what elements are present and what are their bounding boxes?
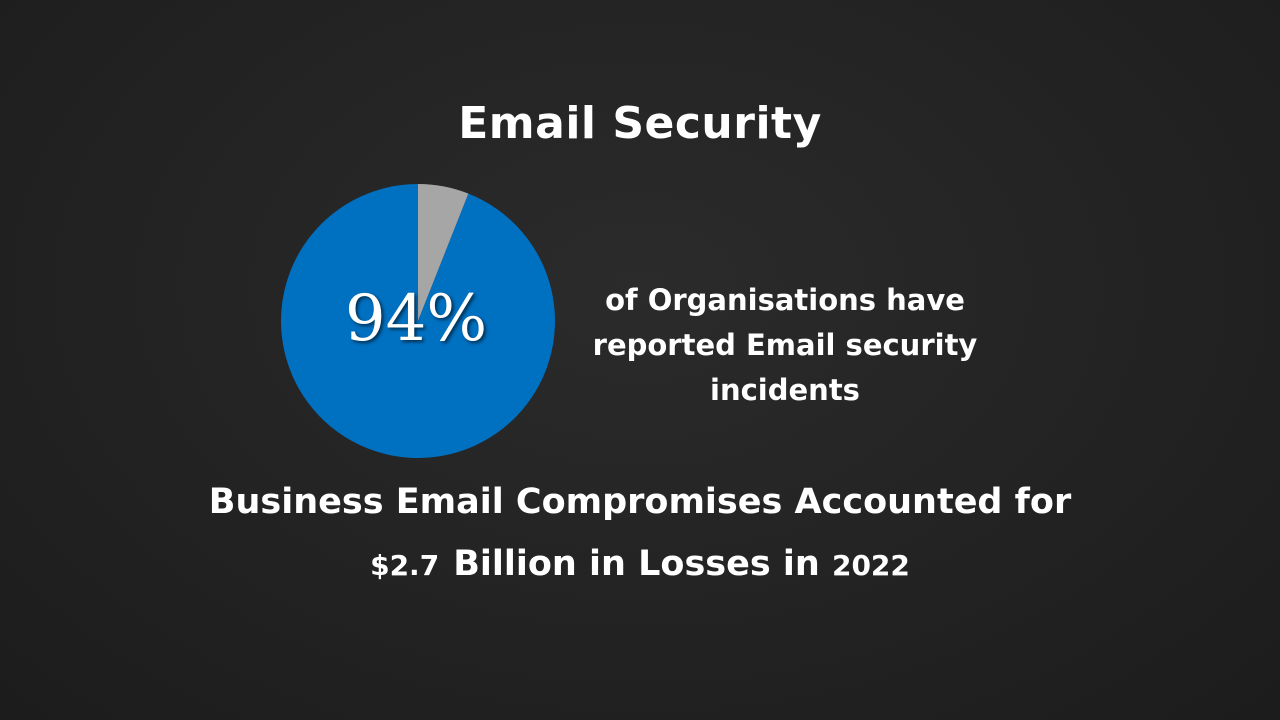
stat-line-1: of Organisations have: [605, 283, 965, 317]
footer-line-1: Business Email Compromises Accounted for: [208, 482, 1072, 522]
stat-description: of Organisations have reported Email sec…: [570, 278, 1000, 413]
stat-line-2: reported Email security: [592, 328, 978, 362]
pie-chart: 94%: [280, 183, 556, 459]
pie-data-label-text: 94%: [344, 282, 488, 356]
slide-title: Email Security: [458, 98, 822, 149]
footer-middle: Billion in Losses in: [453, 544, 832, 584]
pie-data-label: 94%: [280, 183, 556, 459]
footer-year: 2022: [831, 549, 910, 582]
footer-amount: $2.7: [370, 549, 440, 582]
footer-line-2: $2.7 Billion in Losses in 2022: [0, 536, 1280, 594]
stat-line-3: incidents: [710, 373, 860, 407]
